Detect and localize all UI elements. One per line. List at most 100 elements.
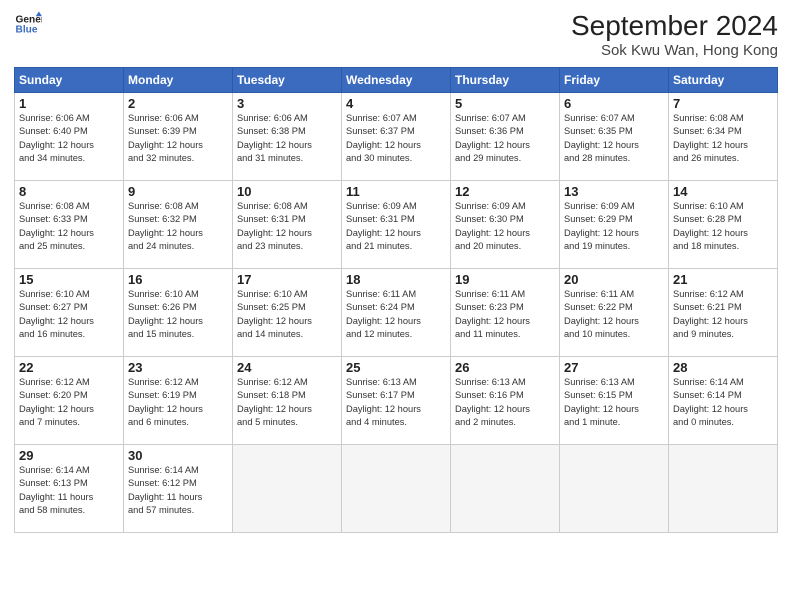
col-tuesday: Tuesday — [233, 68, 342, 93]
calendar-row: 29Sunrise: 6:14 AMSunset: 6:13 PMDayligh… — [15, 445, 778, 533]
day-info: Sunrise: 6:10 AMSunset: 6:27 PMDaylight:… — [19, 288, 119, 342]
table-row: 21Sunrise: 6:12 AMSunset: 6:21 PMDayligh… — [669, 269, 778, 357]
day-info: Sunrise: 6:14 AMSunset: 6:13 PMDaylight:… — [19, 464, 119, 518]
table-row: 2Sunrise: 6:06 AMSunset: 6:39 PMDaylight… — [124, 93, 233, 181]
table-row: 18Sunrise: 6:11 AMSunset: 6:24 PMDayligh… — [342, 269, 451, 357]
header: General Blue September 2024 Sok Kwu Wan,… — [14, 10, 778, 59]
calendar-subtitle: Sok Kwu Wan, Hong Kong — [571, 42, 778, 59]
day-number: 24 — [237, 360, 337, 375]
col-saturday: Saturday — [669, 68, 778, 93]
day-info: Sunrise: 6:12 AMSunset: 6:18 PMDaylight:… — [237, 376, 337, 430]
day-info: Sunrise: 6:10 AMSunset: 6:26 PMDaylight:… — [128, 288, 228, 342]
day-number: 17 — [237, 272, 337, 287]
table-row: 5Sunrise: 6:07 AMSunset: 6:36 PMDaylight… — [451, 93, 560, 181]
day-number: 11 — [346, 184, 446, 199]
table-row: 22Sunrise: 6:12 AMSunset: 6:20 PMDayligh… — [15, 357, 124, 445]
day-info: Sunrise: 6:08 AMSunset: 6:31 PMDaylight:… — [237, 200, 337, 254]
table-row: 7Sunrise: 6:08 AMSunset: 6:34 PMDaylight… — [669, 93, 778, 181]
table-row: 29Sunrise: 6:14 AMSunset: 6:13 PMDayligh… — [15, 445, 124, 533]
day-info: Sunrise: 6:10 AMSunset: 6:25 PMDaylight:… — [237, 288, 337, 342]
day-info: Sunrise: 6:06 AMSunset: 6:40 PMDaylight:… — [19, 112, 119, 166]
table-row: 14Sunrise: 6:10 AMSunset: 6:28 PMDayligh… — [669, 181, 778, 269]
table-row: 13Sunrise: 6:09 AMSunset: 6:29 PMDayligh… — [560, 181, 669, 269]
table-row: 12Sunrise: 6:09 AMSunset: 6:30 PMDayligh… — [451, 181, 560, 269]
table-row: 24Sunrise: 6:12 AMSunset: 6:18 PMDayligh… — [233, 357, 342, 445]
day-number: 22 — [19, 360, 119, 375]
table-row: 26Sunrise: 6:13 AMSunset: 6:16 PMDayligh… — [451, 357, 560, 445]
calendar-table: Sunday Monday Tuesday Wednesday Thursday… — [14, 67, 778, 533]
day-info: Sunrise: 6:14 AMSunset: 6:14 PMDaylight:… — [673, 376, 773, 430]
calendar-row: 1Sunrise: 6:06 AMSunset: 6:40 PMDaylight… — [15, 93, 778, 181]
day-info: Sunrise: 6:11 AMSunset: 6:23 PMDaylight:… — [455, 288, 555, 342]
day-info: Sunrise: 6:08 AMSunset: 6:33 PMDaylight:… — [19, 200, 119, 254]
table-row — [451, 445, 560, 533]
logo-icon: General Blue — [14, 10, 42, 38]
table-row: 11Sunrise: 6:09 AMSunset: 6:31 PMDayligh… — [342, 181, 451, 269]
day-number: 12 — [455, 184, 555, 199]
table-row: 19Sunrise: 6:11 AMSunset: 6:23 PMDayligh… — [451, 269, 560, 357]
page: General Blue September 2024 Sok Kwu Wan,… — [0, 0, 792, 612]
day-number: 16 — [128, 272, 228, 287]
day-number: 14 — [673, 184, 773, 199]
day-info: Sunrise: 6:08 AMSunset: 6:34 PMDaylight:… — [673, 112, 773, 166]
calendar-header-row: Sunday Monday Tuesday Wednesday Thursday… — [15, 68, 778, 93]
day-info: Sunrise: 6:10 AMSunset: 6:28 PMDaylight:… — [673, 200, 773, 254]
calendar-title: September 2024 — [571, 10, 778, 42]
day-number: 27 — [564, 360, 664, 375]
day-info: Sunrise: 6:07 AMSunset: 6:37 PMDaylight:… — [346, 112, 446, 166]
day-number: 19 — [455, 272, 555, 287]
day-number: 5 — [455, 96, 555, 111]
day-number: 1 — [19, 96, 119, 111]
day-number: 9 — [128, 184, 228, 199]
day-info: Sunrise: 6:09 AMSunset: 6:30 PMDaylight:… — [455, 200, 555, 254]
day-info: Sunrise: 6:09 AMSunset: 6:31 PMDaylight:… — [346, 200, 446, 254]
table-row: 20Sunrise: 6:11 AMSunset: 6:22 PMDayligh… — [560, 269, 669, 357]
day-number: 3 — [237, 96, 337, 111]
day-number: 2 — [128, 96, 228, 111]
day-info: Sunrise: 6:06 AMSunset: 6:38 PMDaylight:… — [237, 112, 337, 166]
title-block: September 2024 Sok Kwu Wan, Hong Kong — [571, 10, 778, 59]
day-number: 10 — [237, 184, 337, 199]
table-row: 23Sunrise: 6:12 AMSunset: 6:19 PMDayligh… — [124, 357, 233, 445]
day-number: 26 — [455, 360, 555, 375]
col-monday: Monday — [124, 68, 233, 93]
table-row: 10Sunrise: 6:08 AMSunset: 6:31 PMDayligh… — [233, 181, 342, 269]
day-number: 23 — [128, 360, 228, 375]
day-info: Sunrise: 6:13 AMSunset: 6:16 PMDaylight:… — [455, 376, 555, 430]
day-number: 8 — [19, 184, 119, 199]
day-number: 21 — [673, 272, 773, 287]
table-row — [560, 445, 669, 533]
table-row: 16Sunrise: 6:10 AMSunset: 6:26 PMDayligh… — [124, 269, 233, 357]
table-row: 4Sunrise: 6:07 AMSunset: 6:37 PMDaylight… — [342, 93, 451, 181]
day-number: 15 — [19, 272, 119, 287]
table-row: 17Sunrise: 6:10 AMSunset: 6:25 PMDayligh… — [233, 269, 342, 357]
day-info: Sunrise: 6:06 AMSunset: 6:39 PMDaylight:… — [128, 112, 228, 166]
day-info: Sunrise: 6:12 AMSunset: 6:21 PMDaylight:… — [673, 288, 773, 342]
col-thursday: Thursday — [451, 68, 560, 93]
calendar-row: 15Sunrise: 6:10 AMSunset: 6:27 PMDayligh… — [15, 269, 778, 357]
day-info: Sunrise: 6:12 AMSunset: 6:20 PMDaylight:… — [19, 376, 119, 430]
logo: General Blue — [14, 10, 42, 38]
svg-text:Blue: Blue — [16, 25, 38, 36]
day-number: 7 — [673, 96, 773, 111]
table-row — [342, 445, 451, 533]
day-info: Sunrise: 6:11 AMSunset: 6:22 PMDaylight:… — [564, 288, 664, 342]
day-number: 29 — [19, 448, 119, 463]
day-info: Sunrise: 6:13 AMSunset: 6:17 PMDaylight:… — [346, 376, 446, 430]
day-info: Sunrise: 6:07 AMSunset: 6:36 PMDaylight:… — [455, 112, 555, 166]
table-row: 28Sunrise: 6:14 AMSunset: 6:14 PMDayligh… — [669, 357, 778, 445]
col-sunday: Sunday — [15, 68, 124, 93]
col-friday: Friday — [560, 68, 669, 93]
day-info: Sunrise: 6:09 AMSunset: 6:29 PMDaylight:… — [564, 200, 664, 254]
table-row: 8Sunrise: 6:08 AMSunset: 6:33 PMDaylight… — [15, 181, 124, 269]
day-info: Sunrise: 6:12 AMSunset: 6:19 PMDaylight:… — [128, 376, 228, 430]
col-wednesday: Wednesday — [342, 68, 451, 93]
calendar-row: 8Sunrise: 6:08 AMSunset: 6:33 PMDaylight… — [15, 181, 778, 269]
table-row: 30Sunrise: 6:14 AMSunset: 6:12 PMDayligh… — [124, 445, 233, 533]
table-row: 3Sunrise: 6:06 AMSunset: 6:38 PMDaylight… — [233, 93, 342, 181]
day-number: 6 — [564, 96, 664, 111]
day-info: Sunrise: 6:08 AMSunset: 6:32 PMDaylight:… — [128, 200, 228, 254]
table-row: 1Sunrise: 6:06 AMSunset: 6:40 PMDaylight… — [15, 93, 124, 181]
day-number: 18 — [346, 272, 446, 287]
table-row: 25Sunrise: 6:13 AMSunset: 6:17 PMDayligh… — [342, 357, 451, 445]
